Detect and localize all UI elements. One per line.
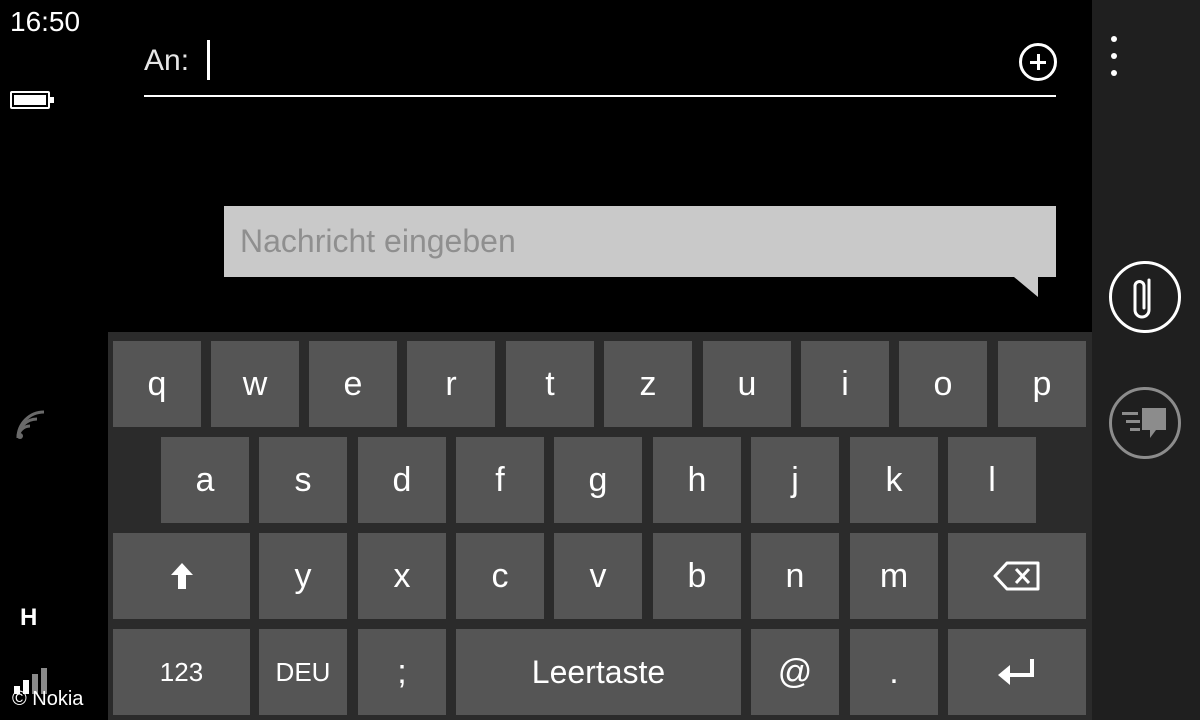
- key-h[interactable]: h: [653, 437, 741, 523]
- send-icon: [1122, 408, 1166, 438]
- text-caret: [207, 40, 210, 80]
- enter-key[interactable]: [948, 629, 1086, 715]
- key-e[interactable]: e: [309, 341, 397, 427]
- key-q[interactable]: q: [113, 341, 201, 427]
- key-m[interactable]: m: [850, 533, 938, 619]
- key-w[interactable]: w: [211, 341, 299, 427]
- bubble-tail: [1014, 277, 1038, 297]
- key-g[interactable]: g: [554, 437, 642, 523]
- key-s[interactable]: s: [259, 437, 347, 523]
- copyright-credit: © Nokia: [12, 688, 84, 710]
- backspace-icon: [993, 561, 1040, 591]
- wifi-icon: [16, 410, 45, 439]
- at-key[interactable]: @: [751, 629, 839, 715]
- key-a[interactable]: a: [161, 437, 249, 523]
- key-p[interactable]: p: [998, 341, 1086, 427]
- key-n[interactable]: n: [751, 533, 839, 619]
- message-input[interactable]: [224, 206, 1056, 277]
- numbers-key[interactable]: 123: [113, 629, 250, 715]
- language-key[interactable]: DEU: [259, 629, 347, 715]
- backspace-key[interactable]: [948, 533, 1086, 619]
- key-c[interactable]: c: [456, 533, 544, 619]
- enter-icon: [998, 659, 1034, 685]
- key-u[interactable]: u: [703, 341, 791, 427]
- ellipsis-icon[interactable]: [1108, 36, 1120, 76]
- key-i[interactable]: i: [801, 341, 889, 427]
- battery-icon: [10, 91, 54, 109]
- period-key[interactable]: .: [850, 629, 938, 715]
- recipient-underline: [144, 95, 1056, 97]
- recipient-input[interactable]: [214, 40, 994, 84]
- recipient-label: An:: [144, 44, 190, 77]
- key-k[interactable]: k: [850, 437, 938, 523]
- app-bar: [1092, 0, 1200, 720]
- arrow-up-icon: [170, 563, 193, 589]
- key-y[interactable]: y: [259, 533, 347, 619]
- space-key[interactable]: Leertaste: [456, 629, 741, 715]
- key-r[interactable]: r: [407, 341, 495, 427]
- send-button[interactable]: [1109, 387, 1181, 459]
- paperclip-icon: [1133, 278, 1151, 319]
- key-o[interactable]: o: [899, 341, 987, 427]
- key-j[interactable]: j: [751, 437, 839, 523]
- key-v[interactable]: v: [554, 533, 642, 619]
- attach-button[interactable]: [1109, 261, 1181, 333]
- plus-circle-icon[interactable]: [1019, 43, 1057, 81]
- key-b[interactable]: b: [653, 533, 741, 619]
- key-z[interactable]: z: [604, 341, 692, 427]
- semicolon-key[interactable]: ;: [358, 629, 446, 715]
- key-l[interactable]: l: [948, 437, 1036, 523]
- key-t[interactable]: t: [506, 341, 594, 427]
- shift-key[interactable]: [113, 533, 250, 619]
- key-x[interactable]: x: [358, 533, 446, 619]
- message-bubble: [224, 206, 1056, 277]
- status-time: 16:50: [10, 6, 81, 37]
- key-d[interactable]: d: [358, 437, 446, 523]
- key-f[interactable]: f: [456, 437, 544, 523]
- network-type: H: [20, 604, 38, 631]
